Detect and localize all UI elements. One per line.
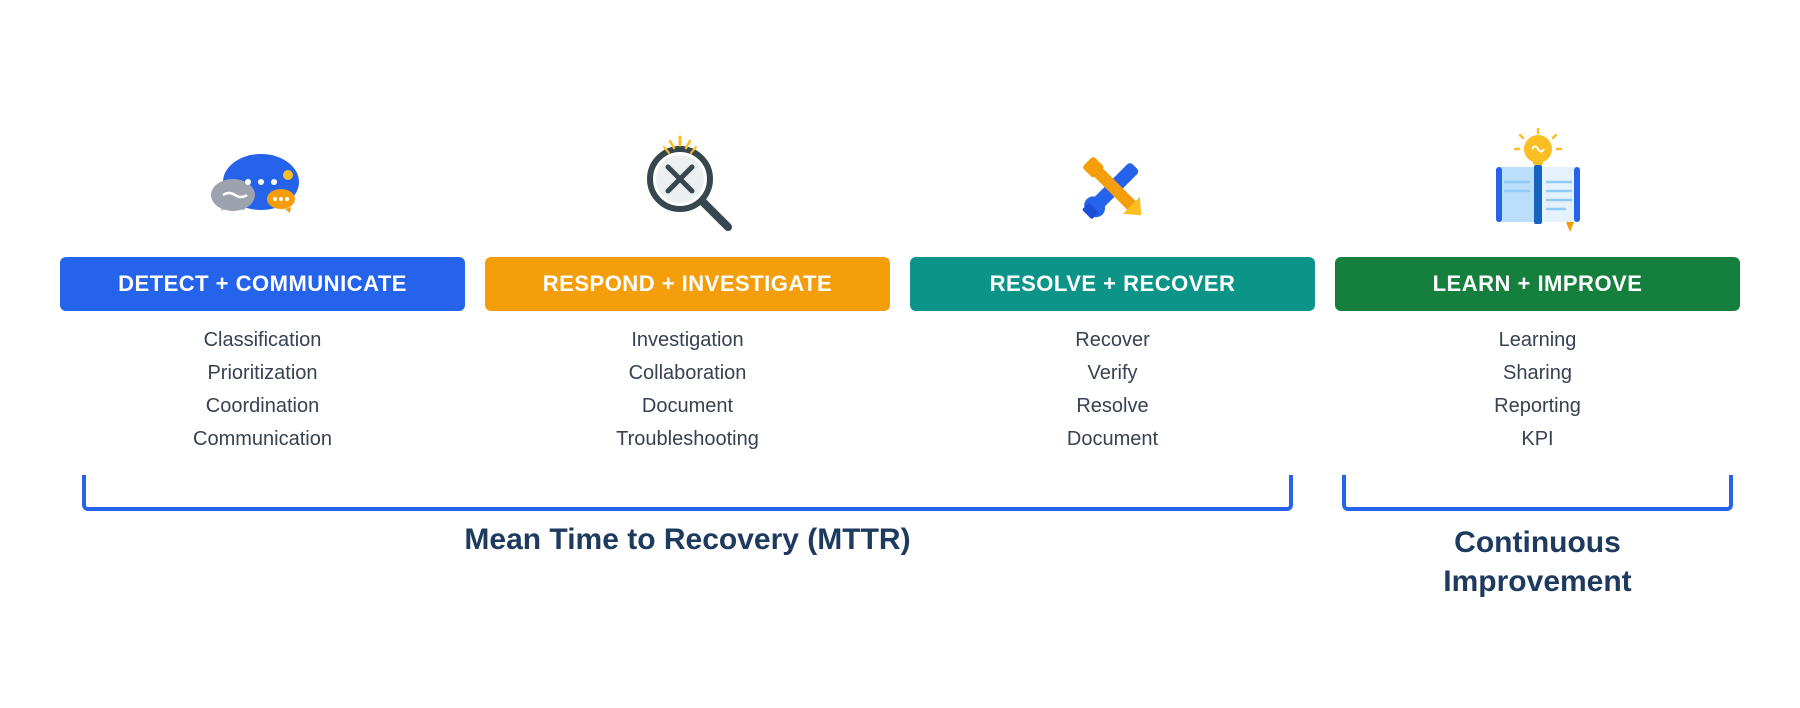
mttr-section: Mean Time to Recovery (MTTR) bbox=[50, 475, 1325, 601]
list-item: Coordination bbox=[193, 395, 332, 418]
mttr-label: Mean Time to Recovery (MTTR) bbox=[464, 523, 910, 557]
learn-items: Learning Sharing Reporting KPI bbox=[1494, 329, 1581, 451]
list-item: Recover bbox=[1067, 329, 1158, 352]
bottom-row: Mean Time to Recovery (MTTR) ContinuousI… bbox=[50, 475, 1750, 601]
detect-items: Classification Prioritization Coordinati… bbox=[193, 329, 332, 451]
list-item: Communication bbox=[193, 428, 332, 451]
resolve-items: Recover Verify Resolve Document bbox=[1067, 329, 1158, 451]
detect-badge: DETECT + COMMUNICATE bbox=[60, 257, 465, 311]
book-lightbulb-icon bbox=[1478, 127, 1598, 247]
icon-area-resolve bbox=[1053, 107, 1173, 247]
icon-area-detect bbox=[203, 107, 323, 247]
list-item: Verify bbox=[1067, 362, 1158, 385]
respond-items: Investigation Collaboration Document Tro… bbox=[616, 329, 759, 451]
column-respond: RESPOND + INVESTIGATE Investigation Coll… bbox=[475, 107, 900, 451]
list-item: Reporting bbox=[1494, 395, 1581, 418]
list-item: Document bbox=[1067, 428, 1158, 451]
column-learn: LEARN + IMPROVE Learning Sharing Reporti… bbox=[1325, 107, 1750, 451]
list-item: Document bbox=[616, 395, 759, 418]
ci-label: ContinuousImprovement bbox=[1443, 523, 1631, 601]
chat-bubbles-icon bbox=[203, 127, 323, 247]
ci-section: ContinuousImprovement bbox=[1325, 475, 1750, 601]
magnify-error-icon bbox=[628, 127, 748, 247]
mttr-bracket bbox=[82, 475, 1293, 511]
column-resolve: RESOLVE + RECOVER Recover Verify Resolve… bbox=[900, 107, 1325, 451]
list-item: Prioritization bbox=[193, 362, 332, 385]
columns-row: DETECT + COMMUNICATE Classification Prio… bbox=[50, 107, 1750, 451]
icon-area-respond bbox=[628, 107, 748, 247]
resolve-badge: RESOLVE + RECOVER bbox=[910, 257, 1315, 311]
respond-badge: RESPOND + INVESTIGATE bbox=[485, 257, 890, 311]
list-item: KPI bbox=[1494, 428, 1581, 451]
column-detect: DETECT + COMMUNICATE Classification Prio… bbox=[50, 107, 475, 451]
main-container: DETECT + COMMUNICATE Classification Prio… bbox=[50, 107, 1750, 601]
list-item: Classification bbox=[193, 329, 332, 352]
icon-area-learn bbox=[1478, 107, 1598, 247]
list-item: Sharing bbox=[1494, 362, 1581, 385]
list-item: Learning bbox=[1494, 329, 1581, 352]
learn-badge: LEARN + IMPROVE bbox=[1335, 257, 1740, 311]
list-item: Resolve bbox=[1067, 395, 1158, 418]
list-item: Troubleshooting bbox=[616, 428, 759, 451]
tools-icon bbox=[1053, 127, 1173, 247]
list-item: Investigation bbox=[616, 329, 759, 352]
list-item: Collaboration bbox=[616, 362, 759, 385]
ci-bracket bbox=[1342, 475, 1733, 511]
